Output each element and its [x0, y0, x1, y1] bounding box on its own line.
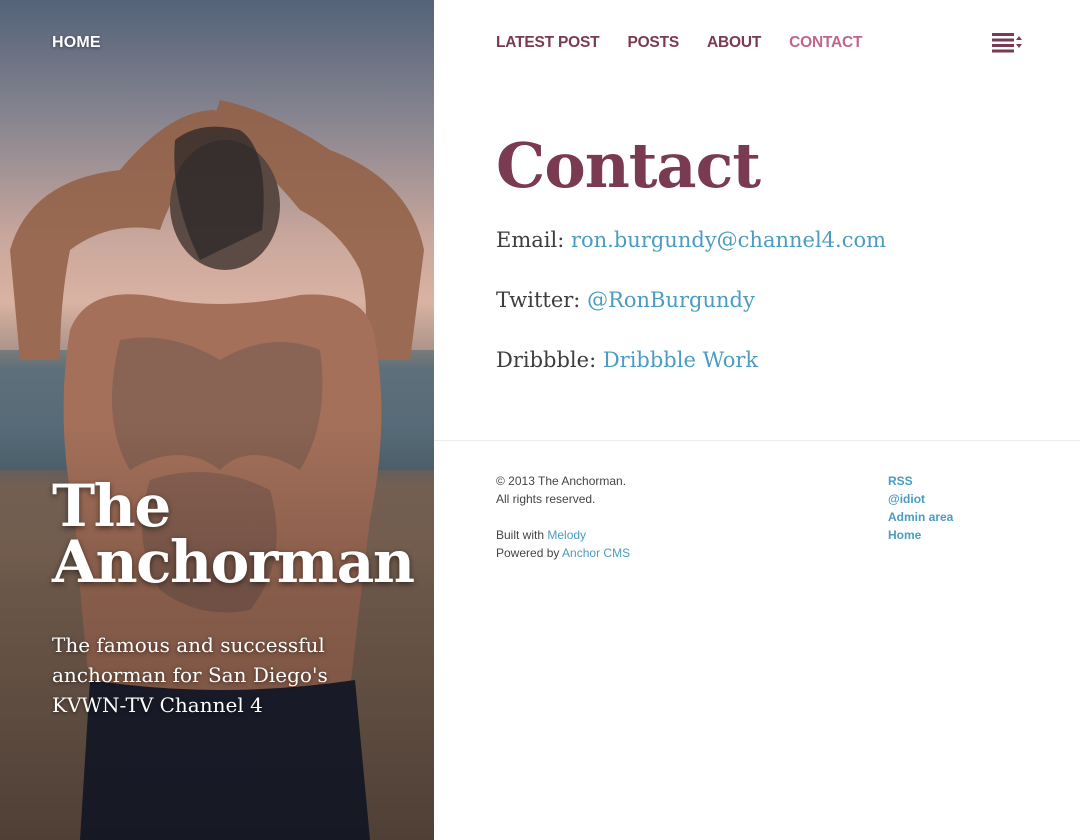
menu-toggle-button[interactable]	[992, 32, 1026, 54]
nav-posts[interactable]: POSTS	[627, 34, 679, 52]
page-title: Contact	[496, 129, 761, 202]
home-link[interactable]: HOME	[52, 34, 101, 52]
nav-contact[interactable]: CONTACT	[789, 34, 862, 52]
contact-email-link[interactable]: ron.burgundy@channel4.com	[571, 228, 886, 252]
built-with-text: Built with	[496, 528, 545, 542]
contact-twitter-link[interactable]: @RonBurgundy	[587, 288, 755, 312]
footer-divider	[434, 440, 1080, 441]
footer-link-idiot[interactable]: @idiot	[888, 490, 953, 508]
contact-dribbble: Dribbble: Dribbble Work	[496, 348, 758, 372]
footer-link-home[interactable]: Home	[888, 526, 953, 544]
footer-powered-by: Powered by Anchor CMS	[496, 544, 630, 562]
site-description: The famous and successful anchorman for …	[52, 633, 328, 717]
top-nav: LATEST POST POSTS ABOUT CONTACT	[496, 34, 863, 52]
footer-link-admin[interactable]: Admin area	[888, 508, 953, 526]
melody-link[interactable]: Melody	[547, 528, 586, 542]
main-content: LATEST POST POSTS ABOUT CONTACT Contact …	[434, 0, 1080, 840]
anchor-cms-link[interactable]: Anchor CMS	[562, 546, 630, 560]
site-title-line2: Anchorman	[52, 528, 415, 596]
hero-panel: HOME The Anchorman The famous and succes…	[0, 0, 434, 840]
contact-dribbble-link[interactable]: Dribbble Work	[603, 348, 758, 372]
footer-rights: All rights reserved.	[496, 492, 596, 506]
nav-about[interactable]: ABOUT	[707, 34, 761, 52]
contact-email: Email: ron.burgundy@channel4.com	[496, 228, 886, 252]
contact-twitter-label: Twitter:	[496, 288, 581, 312]
nav-latest-post[interactable]: LATEST POST	[496, 34, 600, 52]
footer-built-with: Built with Melody	[496, 526, 630, 544]
contact-twitter: Twitter: @RonBurgundy	[496, 288, 755, 312]
footer-info: © 2013 The Anchorman. All rights reserve…	[496, 472, 630, 562]
contact-email-label: Email:	[496, 228, 565, 252]
contact-dribbble-label: Dribbble:	[496, 348, 597, 372]
site-title: The Anchorman	[52, 477, 422, 591]
footer-link-rss[interactable]: RSS	[888, 472, 953, 490]
powered-by-text: Powered by	[496, 546, 560, 560]
footer-links: RSS @idiot Admin area Home	[888, 472, 953, 544]
menu-list-icon	[992, 33, 1022, 53]
footer-copyright: © 2013 The Anchorman.	[496, 474, 627, 488]
